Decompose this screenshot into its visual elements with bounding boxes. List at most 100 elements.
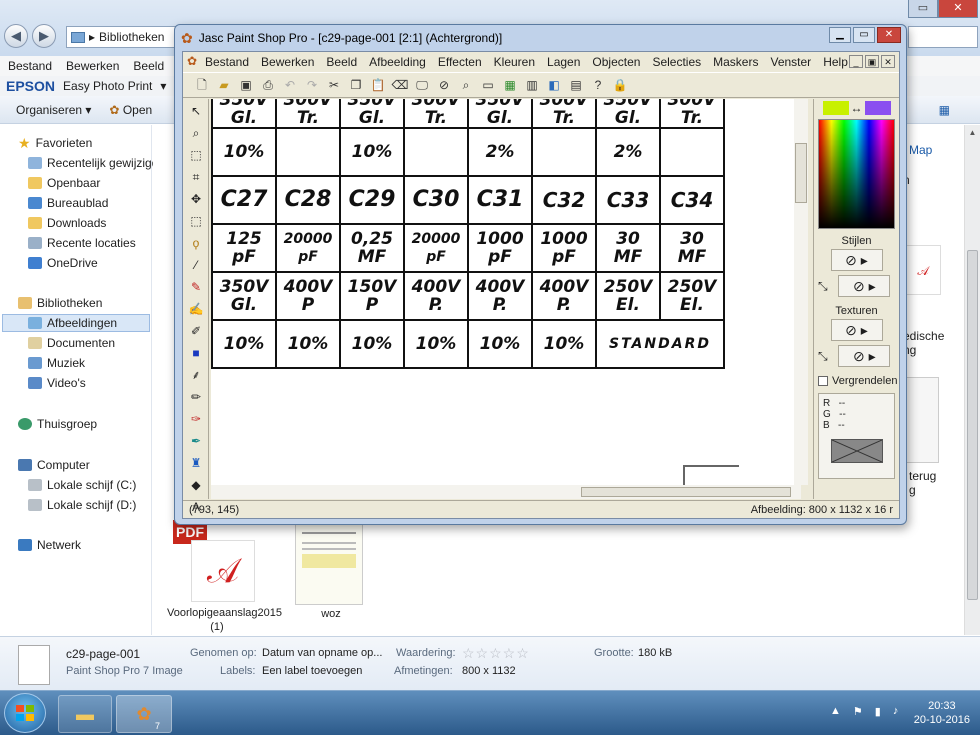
flood-fill-tool-icon[interactable]: ♜ bbox=[186, 453, 206, 473]
eraser-tool-icon[interactable]: ✏ bbox=[186, 387, 206, 407]
psp-close-button[interactable]: ✕ bbox=[877, 27, 901, 43]
doc-restore-button[interactable]: ▣ bbox=[865, 55, 879, 68]
color-spectrum-picker[interactable] bbox=[818, 119, 895, 229]
file-item-woz[interactable] bbox=[295, 523, 363, 605]
lasso-tool-icon[interactable]: ϙ bbox=[186, 233, 206, 253]
nav-item-public[interactable]: Openbaar bbox=[28, 174, 100, 192]
epson-app-button[interactable]: Easy Photo Print bbox=[63, 79, 152, 93]
swap-styles-icon[interactable]: ⤡ bbox=[818, 279, 828, 294]
delete-icon[interactable]: ⌫ bbox=[391, 76, 409, 94]
replace-color-tool-icon[interactable]: ✐ bbox=[186, 321, 206, 341]
psp-menu-objecten[interactable]: Objecten bbox=[592, 55, 640, 69]
move-tool-icon[interactable]: ✥ bbox=[186, 189, 206, 209]
arrange-by-map[interactable]: Map bbox=[909, 143, 932, 157]
swap-textures-icon[interactable]: ⤡ bbox=[818, 349, 828, 364]
scratch-remover-icon[interactable]: ⸙ bbox=[186, 365, 206, 385]
zoom-tool-icon[interactable]: ⌕ bbox=[186, 123, 206, 143]
scroll-up-arrow[interactable]: ▲ bbox=[967, 128, 978, 140]
psp-menu-selecties[interactable]: Selecties bbox=[652, 55, 701, 69]
background-style-button[interactable]: ⊘ ▸ bbox=[838, 275, 891, 297]
psp-menu-lagen[interactable]: Lagen bbox=[547, 55, 580, 69]
palette-icon[interactable]: ▦ bbox=[501, 76, 519, 94]
explorer-maximize-button[interactable]: ▭ bbox=[908, 0, 938, 18]
psp-menu-help[interactable]: Help bbox=[823, 55, 848, 69]
canvas-vertical-scrollbar[interactable] bbox=[794, 99, 808, 485]
undo-icon[interactable]: ↶ bbox=[281, 76, 299, 94]
psp-minimize-button[interactable]: ▁ bbox=[829, 27, 851, 43]
chevron-down-icon[interactable]: ▾ bbox=[160, 79, 166, 93]
doc-close-button[interactable]: ✕ bbox=[881, 55, 895, 68]
nav-item-onedrive[interactable]: OneDrive bbox=[28, 254, 98, 272]
print-icon[interactable]: ⎙ bbox=[259, 76, 277, 94]
cut-icon[interactable]: ✂ bbox=[325, 76, 343, 94]
toolbar-icon[interactable]: ▭ bbox=[479, 76, 497, 94]
overview-icon[interactable]: ▤ bbox=[567, 76, 585, 94]
lock-option[interactable]: Vergrendelen bbox=[818, 375, 899, 387]
nav-item-drive-d[interactable]: Lokale schijf (D:) bbox=[28, 496, 136, 514]
nav-item-videos[interactable]: Video's bbox=[28, 374, 86, 392]
menu-bestand[interactable]: Bestand bbox=[8, 59, 52, 73]
rating-stars[interactable]: ☆☆☆☆☆ bbox=[462, 645, 530, 662]
foreground-color-swatch[interactable] bbox=[822, 101, 849, 115]
pdf-thumbnail-partial[interactable]: 𝒜 bbox=[905, 245, 941, 295]
file-item-pdf[interactable]: PDF 𝒜 bbox=[173, 520, 255, 604]
swap-colors-icon[interactable]: ↔ bbox=[851, 101, 863, 115]
nav-item-downloads[interactable]: Downloads bbox=[28, 214, 106, 232]
new-file-icon[interactable]: 🗋 bbox=[193, 76, 211, 94]
open-button[interactable]: ✿ Open bbox=[109, 103, 152, 117]
paintbrush-tool-icon[interactable]: ✎ bbox=[186, 277, 206, 297]
histogram-icon[interactable]: ▥ bbox=[523, 76, 541, 94]
explorer-close-button[interactable]: ✕ bbox=[938, 0, 978, 18]
document-icon[interactable]: ✿ bbox=[187, 54, 197, 68]
psp-menu-beeld[interactable]: Beeld bbox=[326, 55, 357, 69]
taskbar-explorer-button[interactable]: ▬ bbox=[58, 695, 112, 733]
selection-tool-icon[interactable]: ⬚ bbox=[186, 211, 206, 231]
foreground-style-button[interactable]: ⊘ ▸ bbox=[830, 249, 883, 271]
paste-icon[interactable]: 📋 bbox=[369, 76, 387, 94]
airbrush-tool-icon[interactable]: ✒ bbox=[186, 431, 206, 451]
background-texture-button[interactable]: ⊘ ▸ bbox=[838, 345, 891, 367]
crop-tool-icon[interactable]: ⌗ bbox=[186, 167, 206, 187]
details-taken-value[interactable]: Datum van opname op... bbox=[262, 647, 382, 659]
lock-icon[interactable]: 🔒 bbox=[611, 76, 629, 94]
psp-menu-effecten[interactable]: Effecten bbox=[438, 55, 482, 69]
volume-icon[interactable]: ♪ bbox=[893, 705, 899, 718]
scroll-thumb[interactable] bbox=[581, 487, 791, 497]
help-pointer-icon[interactable]: ? bbox=[589, 76, 607, 94]
nav-item-desktop[interactable]: Bureaublad bbox=[28, 194, 108, 212]
signal-icon[interactable]: ▮ bbox=[875, 705, 881, 718]
psp-maximize-button[interactable]: ▭ bbox=[853, 27, 875, 43]
picture-tube-icon[interactable]: ✑ bbox=[186, 409, 206, 429]
retouch-tool-icon[interactable]: ■ bbox=[186, 343, 206, 363]
pointer-tool-icon[interactable]: ↖ bbox=[186, 101, 206, 121]
explorer-scrollbar[interactable]: ▲ bbox=[964, 125, 980, 635]
layers-icon[interactable]: ◧ bbox=[545, 76, 563, 94]
psp-menu-venster[interactable]: Venster bbox=[770, 55, 811, 69]
start-button[interactable] bbox=[4, 693, 46, 733]
taskbar-psp-button[interactable]: ✿ 7 bbox=[116, 695, 172, 733]
deform-tool-icon[interactable]: ⬚ bbox=[186, 145, 206, 165]
zoom-icon[interactable]: ⌕ bbox=[457, 76, 475, 94]
save-icon[interactable]: ▣ bbox=[237, 76, 255, 94]
address-bar[interactable]: ▸ Bibliotheken bbox=[66, 26, 176, 48]
breadcrumb[interactable]: Bibliotheken bbox=[99, 30, 164, 44]
image-canvas[interactable]: 350V Gl. 300V Tr. 350V Gl. 300V Tr. 350V… bbox=[211, 99, 801, 485]
forward-button[interactable]: ▶ bbox=[32, 24, 56, 48]
back-button[interactable]: ◀ bbox=[4, 24, 28, 48]
nav-item-recent-places[interactable]: Recente locaties bbox=[28, 234, 136, 252]
nav-network[interactable]: Netwerk bbox=[18, 536, 81, 554]
organize-button[interactable]: Organiseren ▾ bbox=[16, 103, 91, 117]
nav-favorites[interactable]: ★ Favorieten bbox=[18, 134, 92, 152]
monitor-icon[interactable]: 🖵 bbox=[413, 76, 431, 94]
nav-item-drive-c[interactable]: Lokale schijf (C:) bbox=[28, 476, 136, 494]
lock-checkbox[interactable] bbox=[818, 376, 828, 386]
text-tool-icon[interactable]: ◆ bbox=[186, 475, 206, 495]
tray-expand-icon[interactable]: ▲ bbox=[830, 705, 841, 718]
document-thumbnail-partial[interactable] bbox=[905, 377, 939, 463]
menu-bewerken[interactable]: Bewerken bbox=[66, 59, 119, 73]
psp-menu-kleuren[interactable]: Kleuren bbox=[494, 55, 535, 69]
open-folder-icon[interactable]: ▰ bbox=[215, 76, 233, 94]
nav-item-pictures[interactable]: Afbeeldingen bbox=[2, 314, 150, 332]
psp-menu-maskers[interactable]: Maskers bbox=[713, 55, 758, 69]
nav-computer[interactable]: Computer bbox=[18, 456, 90, 474]
